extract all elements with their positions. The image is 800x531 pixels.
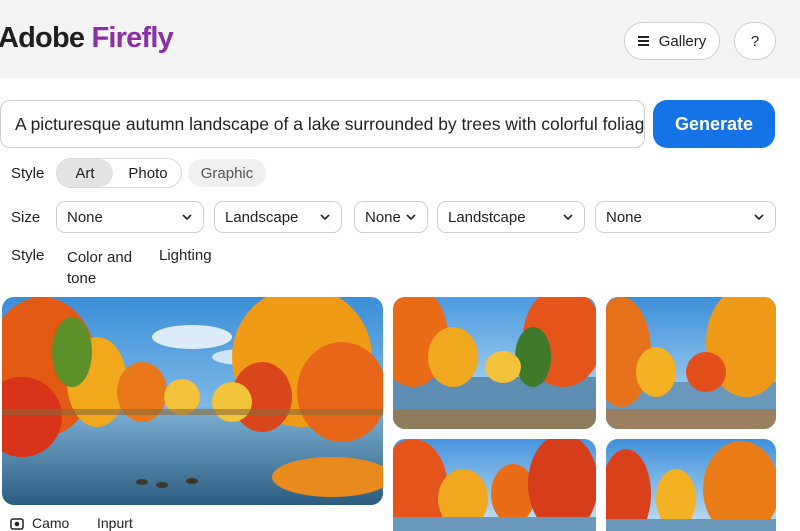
size-dropdown-4[interactable]: Landstcape — [437, 201, 585, 233]
color-and-tone-line2: tone — [67, 270, 97, 287]
size-dropdown-3-value: None — [365, 208, 401, 226]
size-label: Size — [11, 209, 41, 226]
gallery-label: Gallery — [658, 32, 707, 50]
camera-option[interactable]: Camo — [10, 515, 69, 531]
menu-icon — [637, 36, 649, 46]
chevron-down-icon — [406, 214, 416, 221]
input-option[interactable]: Inpurt — [97, 515, 133, 531]
style-label: Style — [11, 165, 45, 182]
generated-image-2[interactable] — [393, 297, 596, 429]
gallery-button[interactable]: Gallery — [624, 22, 720, 60]
generated-image-large[interactable] — [2, 297, 383, 505]
size-dropdown-2[interactable]: Landscape — [214, 201, 342, 233]
prompt-field[interactable] — [0, 100, 645, 148]
app-header: Adobe Firefly Gallery ? — [0, 0, 800, 78]
size-dropdown-1[interactable]: None — [56, 201, 204, 233]
lighting-option[interactable]: Lighting — [159, 247, 212, 264]
chevron-down-icon — [754, 214, 764, 221]
size-dropdown-4-value: Landstcape — [448, 208, 526, 226]
size-dropdown-2-value: Landscape — [225, 208, 299, 226]
chevron-down-icon — [182, 214, 192, 221]
chevron-down-icon — [320, 214, 330, 221]
color-and-tone-option[interactable]: Color and tone — [67, 247, 132, 289]
style-segmented-control: Art Photo — [56, 158, 182, 188]
brand-firefly: Firefly — [91, 22, 173, 54]
size-dropdown-1-value: None — [67, 208, 103, 226]
size-dropdown-3[interactable]: None — [354, 201, 428, 233]
color-and-tone-line1: Color and — [67, 249, 133, 266]
style-option-graphic[interactable]: Graphic — [188, 159, 266, 187]
style-label-2: Style — [11, 247, 45, 264]
brand-adobe: Adobe — [0, 22, 85, 54]
landscape-image — [393, 439, 596, 531]
landscape-image — [2, 297, 383, 505]
prompt-input[interactable] — [15, 101, 644, 147]
camera-label: Camo — [32, 515, 70, 531]
generate-button[interactable]: Generate — [653, 100, 775, 148]
style-option-photo[interactable]: Photo — [113, 159, 183, 187]
landscape-image — [606, 439, 776, 531]
app-logo: Adobe Firefly — [0, 22, 174, 55]
landscape-image — [606, 297, 776, 429]
landscape-image — [393, 297, 596, 429]
chevron-down-icon — [563, 214, 573, 221]
size-dropdown-5-value: None — [606, 208, 642, 226]
generated-image-3[interactable] — [606, 297, 776, 429]
camera-icon — [10, 518, 24, 530]
size-dropdown-5[interactable]: None — [595, 201, 776, 233]
help-button[interactable]: ? — [734, 22, 776, 60]
generated-image-5[interactable] — [606, 439, 776, 531]
style-option-art[interactable]: Art — [57, 159, 113, 187]
generated-image-4[interactable] — [393, 439, 596, 531]
